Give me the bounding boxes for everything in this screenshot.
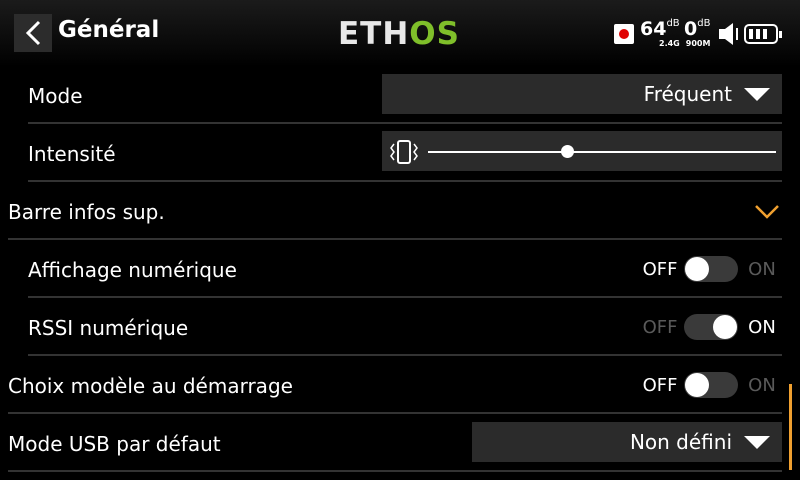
- vibration-icon: [390, 140, 418, 164]
- mode-value: Fréquent: [643, 82, 732, 106]
- record-icon: [614, 24, 634, 44]
- intensite-slider[interactable]: [382, 131, 782, 171]
- speaker-icon: [719, 23, 738, 45]
- divider: [8, 412, 782, 414]
- band-labels: 2.4G 900M: [659, 39, 711, 48]
- divider: [28, 122, 782, 124]
- chevron-left-icon: [25, 20, 41, 46]
- toggle-on-label: ON: [748, 316, 776, 338]
- rssi-label: RSSI numérique: [28, 316, 189, 340]
- toggle-off-label: OFF: [642, 316, 678, 338]
- back-button[interactable]: [14, 14, 52, 52]
- divider: [8, 238, 782, 240]
- choix-toggle[interactable]: OFF ON: [640, 365, 782, 405]
- scrollbar[interactable]: [789, 384, 792, 470]
- rssi-primary: 64dB: [640, 18, 680, 40]
- toggle-on-label: ON: [748, 258, 776, 280]
- battery-icon: [744, 24, 782, 44]
- rssi-secondary: 0dB: [684, 18, 711, 40]
- toggle-on-label: ON: [748, 374, 776, 396]
- toggle-track[interactable]: [684, 314, 738, 340]
- chevron-down-icon[interactable]: [754, 204, 780, 220]
- mode-label: Mode: [28, 84, 83, 108]
- caret-down-icon: [744, 435, 770, 449]
- caret-down-icon: [744, 87, 770, 101]
- usb-label: Mode USB par défaut: [8, 432, 221, 456]
- usb-value: Non défini: [629, 430, 732, 454]
- divider: [8, 470, 782, 472]
- toggle-off-label: OFF: [642, 258, 678, 280]
- mode-dropdown[interactable]: Fréquent: [382, 74, 782, 114]
- header-bar: Général ETHOS 64dB 0dB 2.4G 900M: [0, 0, 800, 67]
- toggle-track[interactable]: [684, 256, 738, 282]
- slider-track: [428, 151, 776, 153]
- affichage-label: Affichage numérique: [28, 258, 237, 282]
- usb-dropdown[interactable]: Non défini: [472, 422, 782, 462]
- toggle-off-label: OFF: [642, 374, 678, 396]
- rssi-toggle[interactable]: OFF ON: [640, 307, 782, 347]
- slider-knob[interactable]: [561, 145, 575, 158]
- ethos-logo: ETHOS: [338, 16, 460, 52]
- intensite-label: Intensité: [28, 142, 116, 166]
- barre-section-label: Barre infos sup.: [8, 200, 165, 224]
- page-title: Général: [58, 17, 160, 43]
- toggle-track[interactable]: [684, 372, 738, 398]
- divider: [28, 296, 782, 298]
- divider: [28, 180, 782, 182]
- affichage-toggle[interactable]: OFF ON: [640, 249, 782, 289]
- choix-label: Choix modèle au démarrage: [8, 374, 293, 398]
- divider: [28, 354, 782, 356]
